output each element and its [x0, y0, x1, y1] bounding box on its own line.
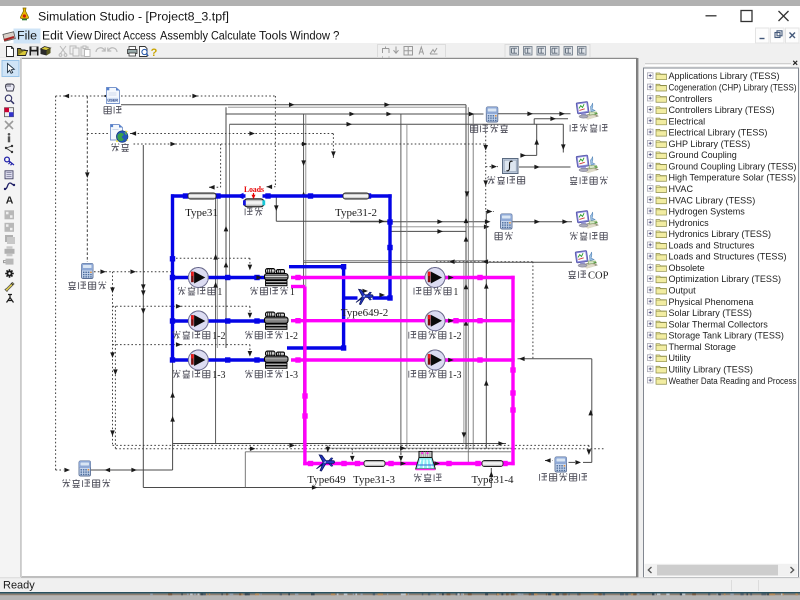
- svg-text:Loads: Loads: [244, 185, 264, 194]
- svg-text:Loads and Structures: Loads and Structures: [669, 240, 755, 251]
- svg-text:Electrical: Electrical: [669, 116, 706, 127]
- svg-text:Hydrogen Systems: Hydrogen Systems: [669, 207, 745, 218]
- svg-text:Ready: Ready: [3, 580, 35, 592]
- svg-text:Applications Library (TESS): Applications Library (TESS): [669, 71, 780, 82]
- svg-text:Type31: Type31: [185, 207, 218, 219]
- svg-text:?: ?: [333, 31, 339, 43]
- svg-text:1: 1: [217, 287, 222, 298]
- svg-text:Utility: Utility: [669, 353, 691, 364]
- svg-text:1: 1: [290, 287, 295, 298]
- svg-text:Storage Tank Library (TESS): Storage Tank Library (TESS): [669, 331, 784, 342]
- svg-text:Calculate: Calculate: [211, 31, 256, 43]
- svg-text:1-3: 1-3: [448, 370, 461, 381]
- svg-text:Type31-3: Type31-3: [353, 474, 395, 486]
- svg-text:Thermal Storage: Thermal Storage: [669, 342, 736, 353]
- svg-text:Type649: Type649: [307, 474, 346, 486]
- svg-text:1: 1: [453, 287, 458, 298]
- svg-text:Obsolete: Obsolete: [669, 263, 705, 274]
- svg-text:Ground Coupling: Ground Coupling: [669, 150, 737, 161]
- svg-text:HVAC Library (TESS): HVAC Library (TESS): [669, 195, 756, 206]
- svg-text:Controllers Library (TESS): Controllers Library (TESS): [669, 105, 775, 116]
- svg-text:Cogeneration (CHP) Library (TE: Cogeneration (CHP) Library (TESS): [669, 82, 797, 93]
- svg-text:Solar Library (TESS): Solar Library (TESS): [669, 308, 752, 319]
- svg-text:Optimization Library (TESS): Optimization Library (TESS): [669, 274, 782, 285]
- svg-text:View: View: [66, 31, 93, 43]
- svg-text:COP: COP: [588, 270, 609, 281]
- svg-text:Window: Window: [290, 31, 331, 43]
- svg-text:Type649-2: Type649-2: [341, 307, 389, 319]
- svg-text:Output: Output: [669, 286, 696, 297]
- svg-text:Weather Data Reading and Proce: Weather Data Reading and Process: [669, 376, 797, 387]
- svg-text:Solar Thermal Collectors: Solar Thermal Collectors: [669, 319, 768, 330]
- svg-text:Hydronics Library (TESS): Hydronics Library (TESS): [669, 229, 772, 240]
- svg-text:1-2: 1-2: [285, 331, 298, 342]
- svg-text:Type31-4: Type31-4: [472, 474, 514, 486]
- svg-text:Simulation Studio - [Project8_: Simulation Studio - [Project8_3.tpf]: [38, 10, 229, 24]
- svg-text:1-3: 1-3: [285, 370, 298, 381]
- svg-text:Physical Phenomena: Physical Phenomena: [669, 297, 755, 308]
- svg-text:Type31-2: Type31-2: [335, 207, 377, 219]
- svg-text:Ground Coupling Library (TESS): Ground Coupling Library (TESS): [669, 161, 797, 172]
- svg-text:Utility Library (TESS): Utility Library (TESS): [669, 364, 753, 375]
- svg-text:Tools: Tools: [259, 31, 287, 43]
- svg-text:HVAC: HVAC: [669, 184, 694, 195]
- svg-text:Assembly: Assembly: [160, 31, 208, 43]
- svg-text:File: File: [17, 31, 37, 43]
- svg-text:Hydronics: Hydronics: [669, 218, 709, 229]
- svg-text:1-2: 1-2: [448, 331, 461, 342]
- svg-text:Edit: Edit: [42, 31, 64, 43]
- svg-text:A: A: [6, 194, 14, 206]
- svg-text:High Temperature Solar (TESS): High Temperature Solar (TESS): [669, 173, 797, 184]
- svg-text:1-3: 1-3: [212, 370, 225, 381]
- svg-text:1-2: 1-2: [212, 331, 225, 342]
- svg-text:Controllers: Controllers: [669, 94, 713, 105]
- svg-text:?: ?: [151, 47, 158, 59]
- svg-text:Electrical Library (TESS): Electrical Library (TESS): [669, 128, 768, 139]
- svg-text:USER: USER: [107, 98, 118, 102]
- svg-text:Direct Access: Direct Access: [94, 31, 156, 43]
- svg-text:Loads and Structures (TESS): Loads and Structures (TESS): [669, 252, 787, 263]
- svg-text:GHP Library (TESS): GHP Library (TESS): [669, 139, 751, 150]
